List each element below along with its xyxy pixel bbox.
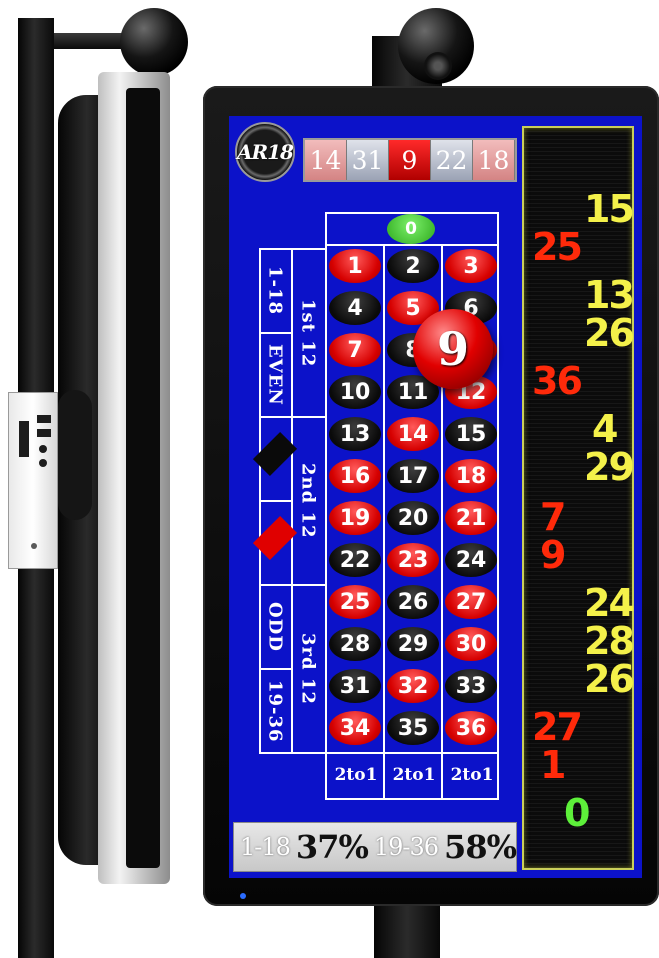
audio-jack <box>39 445 47 453</box>
history-number: 27 <box>532 705 583 749</box>
number-pocket-4[interactable]: 4 <box>329 291 381 325</box>
history-number: 28 <box>584 619 635 663</box>
number-pocket-21[interactable]: 21 <box>445 501 497 535</box>
history-number: 0 <box>564 791 590 835</box>
stat-high-value: 58% <box>444 828 517 866</box>
audio-jack <box>39 459 47 467</box>
bet-19-36[interactable]: 19-36 <box>259 670 291 752</box>
number-pocket-7[interactable]: 7 <box>329 333 381 367</box>
history-number: 29 <box>584 445 635 489</box>
bet-1-18[interactable]: 1-18 <box>259 250 291 332</box>
usb-port <box>37 415 51 423</box>
number-pocket-24[interactable]: 24 <box>445 543 497 577</box>
usb-port <box>37 429 51 437</box>
history-number: 4 <box>592 407 618 451</box>
winning-number-ball: 9 <box>413 309 493 389</box>
side-display-mount <box>58 390 92 520</box>
bet-3rd-12[interactable]: 3rd 12 <box>291 586 325 752</box>
bet-even[interactable]: EVEN <box>259 334 291 416</box>
history-number: 25 <box>532 225 583 269</box>
number-pocket-3[interactable]: 3 <box>445 249 497 283</box>
number-pocket-2[interactable]: 2 <box>387 249 439 283</box>
number-pocket-27[interactable]: 27 <box>445 585 497 619</box>
column-row-divider <box>325 752 499 754</box>
number-pocket-25[interactable]: 25 <box>329 585 381 619</box>
number-pocket-33[interactable]: 33 <box>445 669 497 703</box>
history-number: 15 <box>584 187 635 231</box>
stat-low-value: 37% <box>295 828 369 866</box>
bet-2nd-12[interactable]: 2nd 12 <box>291 418 325 584</box>
number-pocket-13[interactable]: 13 <box>329 417 381 451</box>
number-pocket-15[interactable]: 15 <box>445 417 497 451</box>
history-number: 13 <box>584 273 635 317</box>
number-pocket-35[interactable]: 35 <box>387 711 439 745</box>
number-pocket-20[interactable]: 20 <box>387 501 439 535</box>
number-pocket-19[interactable]: 19 <box>329 501 381 535</box>
number-pocket-1[interactable]: 1 <box>329 249 381 283</box>
number-pocket-34[interactable]: 34 <box>329 711 381 745</box>
camera-icon <box>424 52 452 80</box>
history-number: 26 <box>584 657 635 701</box>
board-outline-bottom <box>325 798 499 800</box>
number-pocket-17[interactable]: 17 <box>387 459 439 493</box>
board-outline-right <box>497 212 499 798</box>
number-pocket-14[interactable]: 14 <box>387 417 439 451</box>
number-pocket-28[interactable]: 28 <box>329 627 381 661</box>
history-number: 36 <box>532 359 583 403</box>
history-number: 24 <box>584 581 635 625</box>
number-pocket-29[interactable]: 29 <box>387 627 439 661</box>
outside-divider-3 <box>259 500 291 502</box>
number-pocket-10[interactable]: 10 <box>329 375 381 409</box>
zero-pocket[interactable]: 0 <box>387 214 435 244</box>
history-number: 9 <box>540 533 566 577</box>
card-slot <box>19 421 29 457</box>
number-pocket-36[interactable]: 36 <box>445 711 497 745</box>
side-display-edge <box>126 88 160 868</box>
number-pocket-31[interactable]: 31 <box>329 669 381 703</box>
history-number: 7 <box>540 495 566 539</box>
history-number: 1 <box>540 743 566 787</box>
board-outline-left <box>325 212 327 798</box>
power-led-icon <box>31 543 37 549</box>
stats-bar: 1-18 37% 19-36 58% <box>233 822 517 872</box>
number-pocket-26[interactable]: 26 <box>387 585 439 619</box>
outside-divider-2 <box>259 416 291 418</box>
bet-1st-12[interactable]: 1st 12 <box>291 250 325 416</box>
left-stand-ball-top <box>120 8 188 76</box>
number-pocket-16[interactable]: 16 <box>329 459 381 493</box>
monitor-power-led-icon <box>240 893 246 899</box>
bet-column-1[interactable]: 2to1 <box>327 756 385 794</box>
history-number: 26 <box>584 311 635 355</box>
column-divider-1 <box>383 244 385 798</box>
zero-divider <box>325 244 499 246</box>
number-pocket-23[interactable]: 23 <box>387 543 439 577</box>
bet-odd[interactable]: ODD <box>259 586 291 668</box>
right-stand-pole-base <box>374 906 440 958</box>
number-pocket-30[interactable]: 30 <box>445 627 497 661</box>
number-pocket-22[interactable]: 22 <box>329 543 381 577</box>
mini-pc-unit <box>8 392 58 569</box>
stat-low-label: 1-18 <box>240 833 291 861</box>
roulette-screen: AR18 14 31 9 22 18 0 1-18 EVEN ODD 19-36 1st… <box>229 116 642 878</box>
outside-outline-bottom <box>259 752 325 754</box>
history-column: 15 25 13 26 36 4 29 7 9 24 28 26 27 1 0 <box>522 126 635 870</box>
bet-column-2[interactable]: 2to1 <box>385 756 443 794</box>
bet-column-3[interactable]: 2to1 <box>443 756 501 794</box>
number-pocket-32[interactable]: 32 <box>387 669 439 703</box>
stat-high-label: 19-36 <box>373 833 439 861</box>
number-pocket-18[interactable]: 18 <box>445 459 497 493</box>
